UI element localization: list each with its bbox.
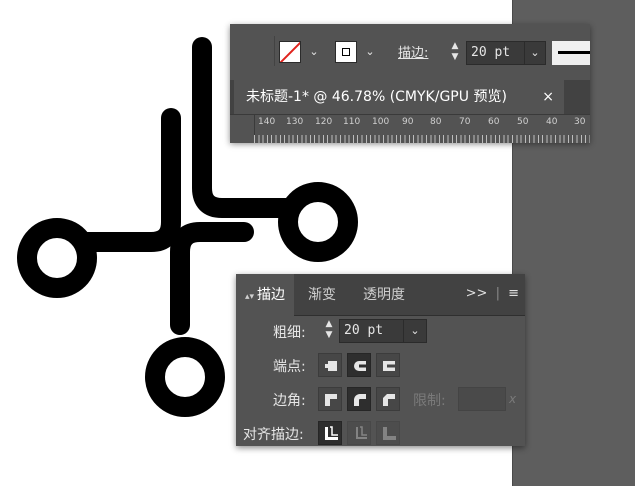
stroke-weight-input[interactable]: 20 pt ⌄ xyxy=(466,41,546,65)
align-inside-button[interactable] xyxy=(347,421,371,445)
cap-label-text: 端点 xyxy=(273,359,301,375)
tab-transparency[interactable]: 透明度 xyxy=(352,274,416,316)
ruler-label: 140 xyxy=(258,117,276,127)
panel-grip-icon[interactable]: ▴▾ xyxy=(245,292,254,302)
round-join-icon xyxy=(354,394,366,406)
chevron-down-icon[interactable]: ⌄ xyxy=(524,42,545,64)
stroke-weight-value: 20 pt xyxy=(471,45,511,60)
stroke-link-label[interactable]: 描边: xyxy=(398,42,428,61)
bevel-join-button[interactable] xyxy=(376,387,400,411)
chevron-down-icon[interactable]: ⌄ xyxy=(306,41,322,63)
top-window: ⌄ ⌄ 描边: ▲ ▼ 20 pt ⌄ 未标题-1* @ 46.78% (CMYK… xyxy=(230,24,590,143)
control-bar: ⌄ ⌄ 描边: ▲ ▼ 20 pt ⌄ xyxy=(230,24,590,82)
align-stroke-label-colon: : xyxy=(299,427,304,443)
tab-gradient-label: 渐变 xyxy=(308,287,336,303)
ruler-label: 50 xyxy=(517,117,529,127)
projecting-cap-icon xyxy=(383,361,395,371)
bevel-join-icon xyxy=(383,394,395,406)
chevron-down-icon[interactable]: ⌄ xyxy=(403,320,426,342)
weight-value: 20 pt xyxy=(344,323,384,338)
ruler-label: 70 xyxy=(459,117,471,127)
round-cap-button[interactable] xyxy=(347,353,371,377)
ruler-label: 130 xyxy=(286,117,304,127)
corner-label: 边角: xyxy=(273,390,306,410)
ruler-label: 90 xyxy=(402,117,414,127)
horizontal-ruler[interactable]: 140 130 120 110 100 90 80 70 60 50 40 30 xyxy=(230,114,590,143)
tab-transparency-label: 透明度 xyxy=(363,287,405,303)
tab-stroke[interactable]: ▴▾ 描边 xyxy=(236,274,294,316)
align-outside-icon xyxy=(383,427,396,440)
tab-gradient[interactable]: 渐变 xyxy=(298,274,346,316)
stroke-weight-stepper[interactable]: ▲ ▼ xyxy=(446,41,464,65)
control-bar-separator xyxy=(274,36,275,66)
panel-menu-icon[interactable]: ≡ xyxy=(508,286,519,301)
tab-stroke-label: 描边 xyxy=(257,287,286,303)
weight-label-text: 粗细 xyxy=(273,325,301,341)
align-outside-button[interactable] xyxy=(376,421,400,445)
align-inside-icon xyxy=(356,426,367,439)
collapse-panel-icon[interactable]: >> xyxy=(466,286,488,301)
weight-label-colon: : xyxy=(301,325,306,341)
weight-stepper[interactable]: ▲ ▼ xyxy=(320,319,338,343)
ruler-label: 30 xyxy=(574,117,586,127)
ruler-label: 120 xyxy=(315,117,333,127)
ruler-origin[interactable] xyxy=(230,115,255,143)
cap-label: 端点: xyxy=(273,356,306,376)
align-center-button[interactable] xyxy=(318,421,342,445)
panel-tab-bar: ▴▾ 描边 渐变 透明度 >> | ≡ xyxy=(236,274,525,316)
weight-input[interactable]: 20 pt ⌄ xyxy=(339,319,427,343)
butt-cap-icon xyxy=(325,361,337,371)
limit-label-text: 限制 xyxy=(413,393,441,409)
fill-none-swatch[interactable] xyxy=(279,41,301,63)
ruler-label: 110 xyxy=(343,117,361,127)
round-join-button[interactable] xyxy=(347,387,371,411)
weight-label: 粗细: xyxy=(273,322,306,342)
panel-divider: | xyxy=(495,286,500,301)
stroke-profile-preview[interactable] xyxy=(552,41,590,65)
miter-join-icon xyxy=(325,394,337,406)
close-icon[interactable]: × xyxy=(542,80,554,114)
stroke-link-colon: : xyxy=(424,46,429,61)
ruler-label: 40 xyxy=(546,117,558,127)
miter-join-button[interactable] xyxy=(318,387,342,411)
document-tab-title: 未标题-1* @ 46.78% (CMYK/GPU 预览) xyxy=(246,89,507,105)
align-center-icon xyxy=(325,426,338,440)
cap-label-colon: : xyxy=(301,359,306,375)
corner-label-colon: : xyxy=(301,393,306,409)
round-cap-icon xyxy=(354,361,366,371)
ruler-label: 80 xyxy=(430,117,442,127)
document-tab-bar: 未标题-1* @ 46.78% (CMYK/GPU 预览) × xyxy=(230,80,590,114)
align-stroke-label: 对齐描边: xyxy=(243,424,304,444)
limit-label-colon: : xyxy=(441,393,446,409)
panel-controls: >> | ≡ xyxy=(466,286,519,301)
ruler-label: 100 xyxy=(372,117,390,127)
butt-cap-button[interactable] xyxy=(318,353,342,377)
align-stroke-label-text: 对齐描边 xyxy=(243,427,299,443)
corner-label-text: 边角 xyxy=(273,393,301,409)
miter-limit-input xyxy=(458,387,506,411)
stroke-swatch[interactable] xyxy=(335,41,357,63)
ruler-ticks xyxy=(254,135,590,143)
limit-label: 限制: xyxy=(413,390,446,410)
stroke-link-text: 描边 xyxy=(398,46,425,61)
projecting-cap-button[interactable] xyxy=(376,353,400,377)
limit-unit: x xyxy=(509,392,517,406)
document-tab[interactable]: 未标题-1* @ 46.78% (CMYK/GPU 预览) × xyxy=(234,80,564,114)
ruler-label: 60 xyxy=(488,117,500,127)
chevron-down-icon[interactable]: ⌄ xyxy=(362,41,378,63)
